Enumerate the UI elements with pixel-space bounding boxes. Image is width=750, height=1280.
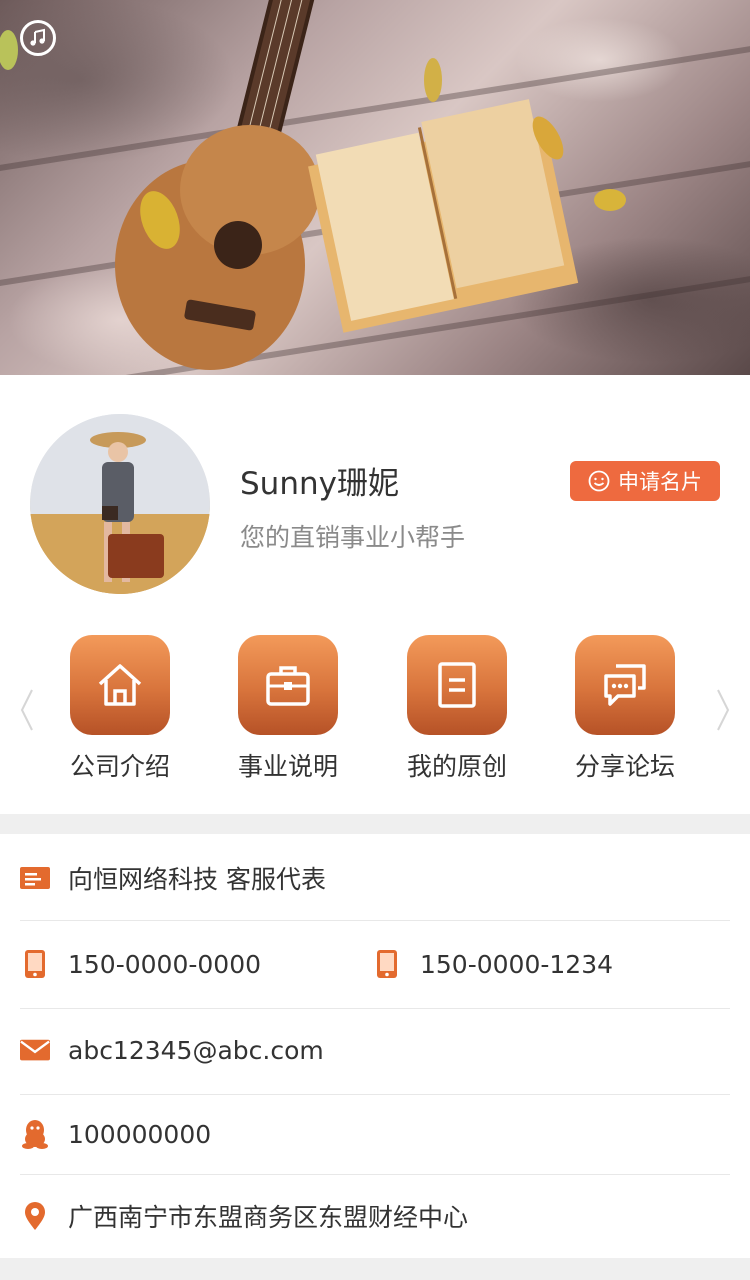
nav-item-my-original[interactable]: 我的原创: [387, 635, 527, 783]
mobile-phone-icon: [20, 949, 50, 979]
qq-penguin-icon: [20, 1119, 50, 1149]
nav-label: 我的原创: [406, 752, 507, 781]
nav-icon-tile: [407, 635, 507, 735]
phone-row-2[interactable]: 150-0000-1234: [372, 944, 613, 984]
qq-number[interactable]: 100000000: [68, 1120, 211, 1149]
music-note-icon: [30, 28, 45, 46]
nav-next-arrow-icon[interactable]: [716, 688, 730, 732]
apply-card-button[interactable]: 申请名片: [570, 461, 720, 501]
company-row: 向恒网络科技 客服代表: [20, 858, 326, 898]
nav-label: 公司介绍: [69, 752, 170, 781]
row-divider: [20, 1174, 730, 1175]
smile-icon: [588, 470, 610, 492]
nav-label: 分享论坛: [574, 752, 675, 781]
email-row[interactable]: abc12345@abc.com: [20, 1030, 324, 1070]
document-icon: [438, 662, 476, 708]
nav-item-share-forum[interactable]: 分享论坛: [555, 635, 695, 783]
address-row[interactable]: 广西南宁市东盟商务区东盟财经中心: [20, 1196, 468, 1236]
mail-icon: [20, 1035, 50, 1065]
row-divider: [20, 1094, 730, 1095]
location-pin-icon: [20, 1201, 50, 1231]
nav-icon-tile: [575, 635, 675, 735]
qq-row[interactable]: 100000000: [20, 1114, 211, 1154]
profile-subtitle: 您的直销事业小帮手: [240, 523, 466, 552]
chat-icon: [604, 664, 646, 706]
profile-name: Sunny珊妮: [240, 466, 399, 502]
phone-number-2[interactable]: 150-0000-1234: [420, 950, 613, 979]
briefcase-icon: [266, 666, 310, 706]
banner-image: [0, 0, 750, 375]
mobile-phone-icon: [372, 949, 402, 979]
phone-number-1[interactable]: 150-0000-0000: [68, 950, 261, 979]
home-icon: [98, 664, 142, 706]
company-text: 向恒网络科技 客服代表: [68, 865, 326, 894]
nav-label: 事业说明: [237, 752, 338, 781]
row-divider: [20, 920, 730, 921]
avatar-photo: [30, 414, 210, 594]
address-text[interactable]: 广西南宁市东盟商务区东盟财经中心: [68, 1198, 468, 1234]
company-icon: [20, 863, 50, 893]
avatar: [30, 414, 210, 594]
music-toggle-button[interactable]: [20, 20, 56, 56]
nav-item-company-intro[interactable]: 公司介绍: [50, 635, 190, 783]
bottom-separator: [0, 1258, 750, 1280]
nav-icon-tile: [70, 635, 170, 735]
apply-card-label: 申请名片: [618, 470, 702, 494]
email-text[interactable]: abc12345@abc.com: [68, 1036, 324, 1065]
phone-row-1[interactable]: 150-0000-0000: [20, 944, 261, 984]
guitar-and-book-illustration: [0, 0, 626, 370]
nav-prev-arrow-icon[interactable]: [20, 688, 34, 732]
row-divider: [20, 1008, 730, 1009]
nav-icon-tile: [238, 635, 338, 735]
nav-item-business-intro[interactable]: 事业说明: [218, 635, 358, 783]
section-separator: [0, 814, 750, 834]
